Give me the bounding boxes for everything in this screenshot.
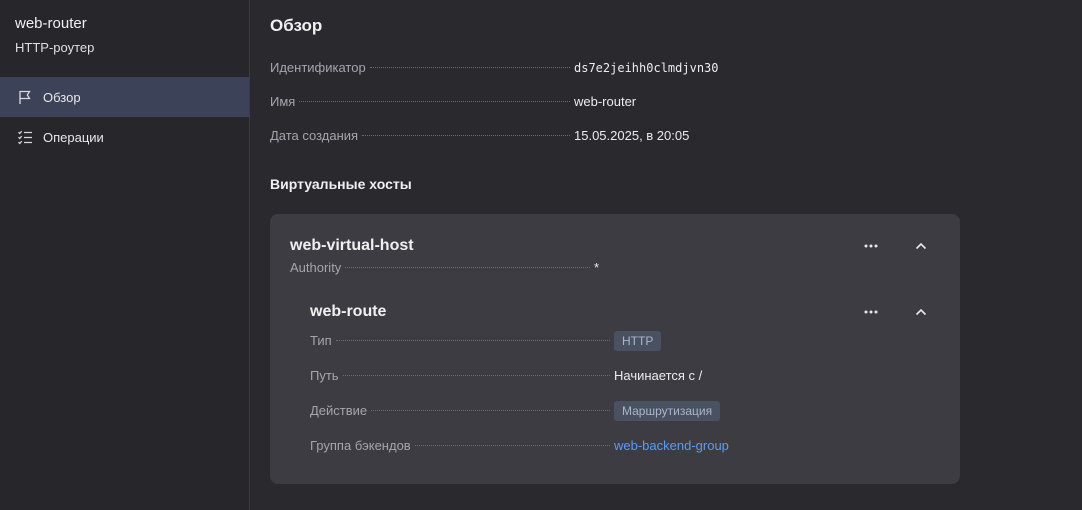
property-backend-group: Группа бэкендов web-backend-group — [310, 428, 940, 463]
chevron-up-icon[interactable] — [910, 236, 932, 256]
dotted-leader — [299, 101, 570, 102]
property-name: Имя web-router — [270, 85, 1062, 119]
dotted-leader — [414, 445, 610, 446]
property-label: Дата создания — [270, 128, 359, 143]
property-label: Тип — [310, 333, 332, 348]
property-type: Тип HTTP — [310, 323, 940, 358]
sidebar-item-label: Обзор — [43, 89, 81, 105]
page-title: Обзор — [270, 16, 323, 35]
route-section: web-route Тип HTTP Путь Начинается с / Д… — [290, 302, 940, 463]
dotted-leader — [342, 375, 610, 376]
property-value: 15.05.2025, в 20:05 — [574, 128, 690, 143]
property-created: Дата создания 15.05.2025, в 20:05 — [270, 119, 1062, 153]
sidebar: web-router HTTP-роутер Обзор Операции — [0, 0, 250, 510]
checklist-icon — [16, 128, 34, 146]
sidebar-item-label: Операции — [43, 129, 104, 145]
resource-type: HTTP-роутер — [15, 40, 95, 55]
dotted-leader — [369, 67, 570, 68]
property-label: Authority — [290, 260, 342, 275]
dotted-leader — [335, 340, 610, 341]
sidebar-item-overview[interactable]: Обзор — [0, 77, 249, 117]
route-properties: Тип HTTP Путь Начинается с / Действие Ма… — [310, 323, 940, 463]
property-label: Идентификатор — [270, 60, 366, 75]
sidebar-header: web-router HTTP-роутер — [0, 0, 249, 77]
main-content: Обзор Идентификатор ds7e2jeihh0clmdjvn30… — [250, 0, 1082, 510]
property-value: Начинается с / — [614, 368, 703, 383]
chevron-up-icon[interactable] — [910, 302, 932, 322]
dotted-leader — [345, 267, 590, 268]
virtual-host-name: web-virtual-host — [290, 237, 414, 254]
overview-properties: Идентификатор ds7e2jeihh0clmdjvn30 Имя w… — [270, 51, 1062, 153]
property-action: Действие Маршрутизация — [310, 393, 940, 428]
route-name: web-route — [310, 303, 387, 320]
property-id: Идентификатор ds7e2jeihh0clmdjvn30 — [270, 51, 1062, 85]
sidebar-item-operations[interactable]: Операции — [0, 117, 249, 157]
more-horizontal-icon[interactable] — [860, 302, 882, 322]
property-value: ds7e2jeihh0clmdjvn30 — [574, 61, 719, 75]
more-horizontal-icon[interactable] — [860, 236, 882, 256]
type-badge: HTTP — [614, 331, 662, 351]
property-label: Путь — [310, 368, 339, 383]
section-title-virtual-hosts: Виртуальные хосты — [270, 176, 412, 192]
dotted-leader — [371, 410, 610, 411]
virtual-host-actions — [860, 236, 932, 256]
property-label: Группа бэкендов — [310, 438, 411, 453]
backend-group-link[interactable]: web-backend-group — [614, 428, 729, 463]
property-authority: Authority * — [290, 256, 940, 280]
property-label: Имя — [270, 94, 296, 109]
property-label: Действие — [310, 403, 368, 418]
app-window: web-router HTTP-роутер Обзор Операции Об… — [0, 0, 1082, 510]
property-value: web-router — [574, 94, 637, 109]
property-path: Путь Начинается с / — [310, 358, 940, 393]
dotted-leader — [362, 135, 570, 136]
resource-title: web-router — [15, 15, 87, 32]
property-value: * — [594, 260, 600, 275]
route-actions — [860, 302, 932, 322]
virtual-host-card: web-virtual-host Authority * web-route Т… — [270, 214, 960, 484]
flag-icon — [16, 88, 34, 106]
action-badge: Маршрутизация — [614, 401, 721, 421]
